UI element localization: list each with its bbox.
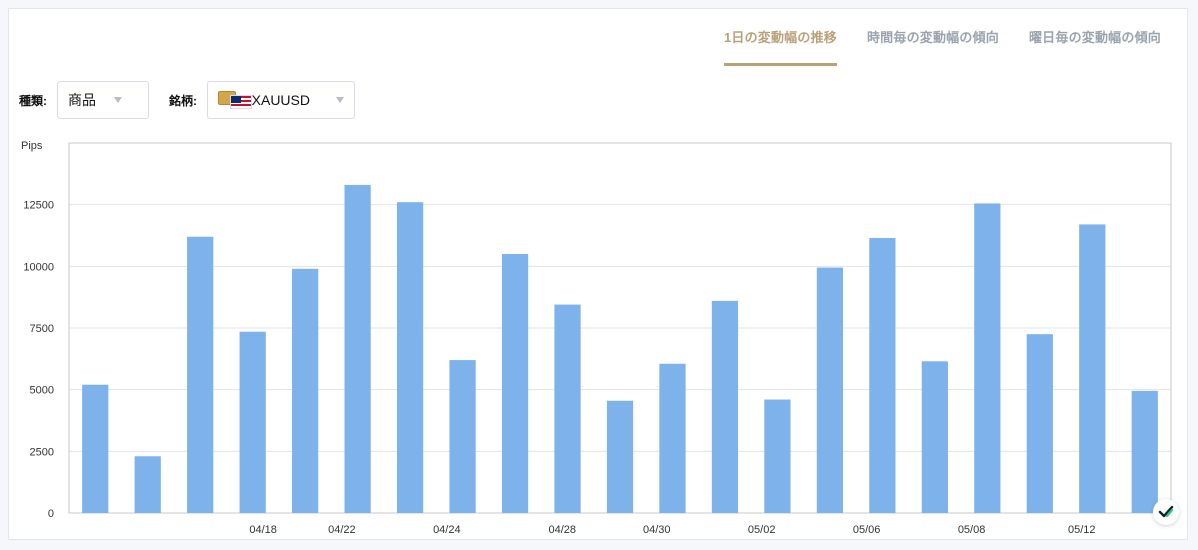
bar-05/03[interactable] [764, 399, 791, 513]
bar-04/16[interactable] [82, 384, 109, 513]
bar-05/06[interactable] [816, 267, 844, 513]
tab-hourly-trend[interactable]: 時間毎の変動幅の傾向 [867, 23, 999, 66]
bar-05/08[interactable] [921, 361, 948, 513]
bar-04/24[interactable] [396, 202, 424, 513]
y-tick-label-2: 5000 [30, 385, 54, 397]
y-tick-label-4: 10000 [23, 261, 54, 273]
check-mark-icon [1158, 505, 1174, 518]
y-tick-label-3: 7500 [30, 323, 54, 335]
x-tick-label-0: 04/18 [249, 524, 277, 536]
x-tick-label-3: 04/28 [549, 524, 577, 536]
chart-area: Pips 0 2500 5000 7500 10000 12500 04/18 04/22 04/… [9, 129, 1189, 541]
symbol-select[interactable]: XAUUSD [207, 81, 355, 119]
tabs: 1日の変動幅の推移 時間毎の変動幅の傾向 曜日毎の変動幅の傾向 [723, 23, 1161, 66]
bar-04/17[interactable] [134, 456, 161, 513]
y-tick-label-1: 2500 [30, 446, 54, 458]
y-axis-label: Pips [21, 140, 43, 152]
bar-04/26[interactable] [501, 254, 529, 513]
chart-card: 1日の変動幅の推移 時間毎の変動幅の傾向 曜日毎の変動幅の傾向 種類: 商品 銘… [8, 8, 1188, 540]
symbol-value: XAUUSD [251, 92, 310, 108]
x-tick-label-5: 05/02 [748, 524, 776, 536]
y-tick-label-5: 12500 [23, 200, 54, 212]
bar-04/23[interactable] [344, 184, 371, 513]
bar-04/30[interactable] [606, 400, 634, 513]
bar-04/19[interactable] [239, 331, 266, 513]
chevron-down-icon [336, 97, 344, 103]
filters: 種類: 商品 銘柄: XAUUSD [19, 81, 355, 119]
x-tick-label-7: 05/08 [958, 524, 986, 536]
bar-05/14[interactable] [1131, 390, 1158, 513]
bar-05/13[interactable] [1079, 224, 1106, 513]
tab-daily-range[interactable]: 1日の変動幅の推移 [723, 23, 837, 66]
type-select[interactable]: 商品 [57, 81, 149, 119]
bar-04/25[interactable] [449, 360, 476, 513]
x-tick-label-8: 05/12 [1068, 524, 1096, 536]
brand-logo-icon[interactable] [1153, 499, 1179, 525]
y-tick-label-0: 0 [48, 508, 54, 520]
gold-usd-icon [218, 89, 252, 111]
bar-chart: Pips 0 2500 5000 7500 10000 12500 04/18 04/22 04/… [21, 140, 1172, 536]
x-tick-label-1: 04/22 [328, 524, 356, 536]
tab-weekday-trend[interactable]: 曜日毎の変動幅の傾向 [1029, 23, 1161, 66]
bar-04/29[interactable] [554, 304, 581, 513]
chevron-down-icon [114, 97, 122, 103]
type-label: 種類: [19, 93, 47, 108]
us-flag-icon [230, 95, 252, 109]
bar-05/02[interactable] [711, 300, 739, 513]
symbol-label: 銘柄: [169, 93, 197, 108]
bar-04/22[interactable] [292, 268, 319, 513]
type-value: 商品 [68, 92, 96, 108]
x-tick-label-6: 05/06 [853, 524, 881, 536]
x-tick-label-2: 04/24 [433, 524, 461, 536]
bar-05/01[interactable] [659, 363, 686, 513]
bar-04/18[interactable] [187, 236, 214, 513]
bar-05/07[interactable] [869, 237, 896, 513]
bar-05/10[interactable] [1026, 334, 1053, 513]
x-tick-label-4: 04/30 [643, 524, 671, 536]
bar-05/09[interactable] [974, 203, 1001, 513]
